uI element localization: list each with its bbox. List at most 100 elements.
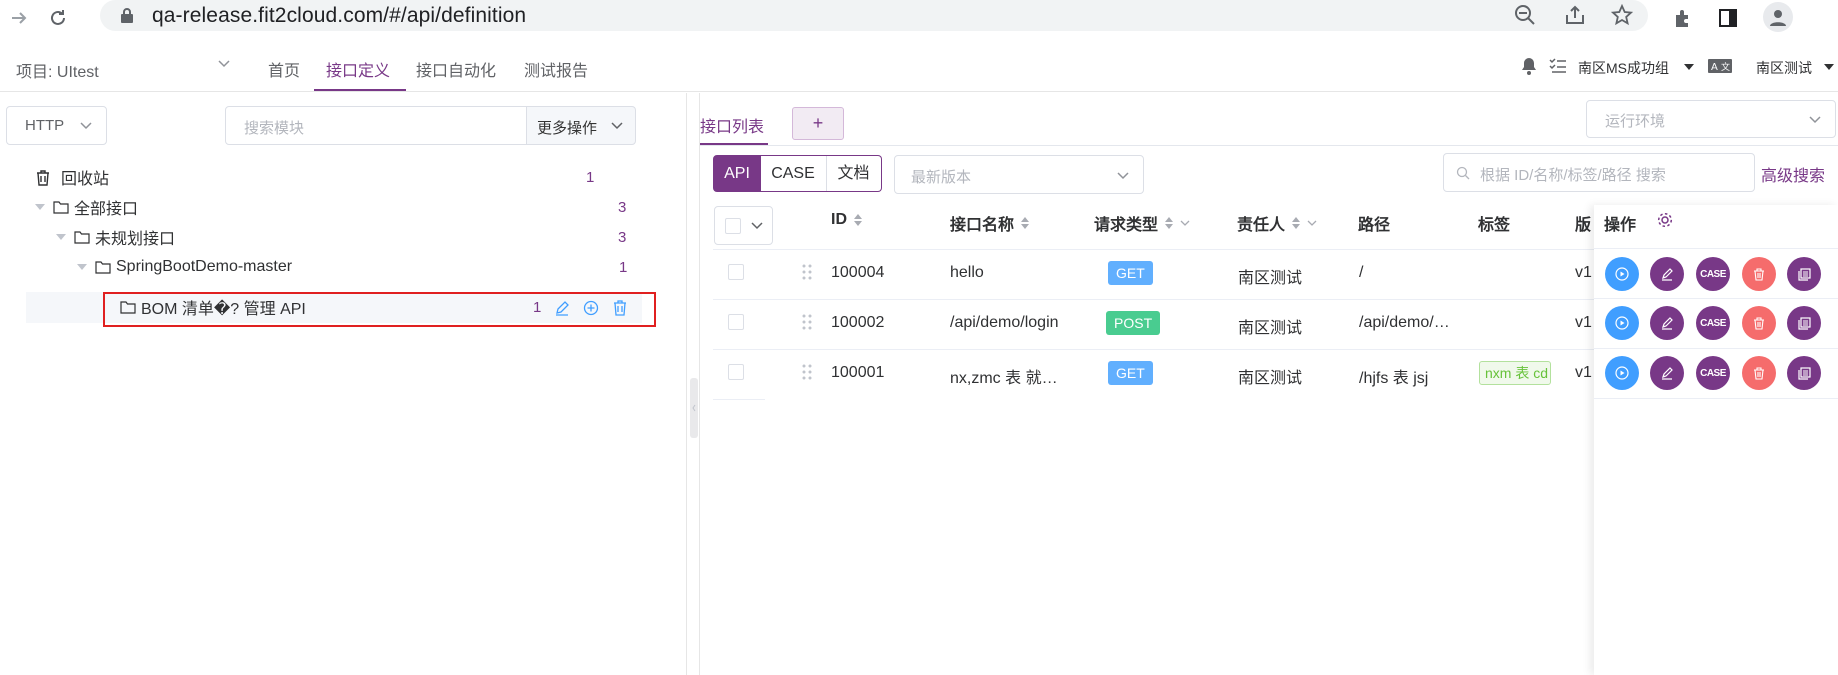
tree-node-all-apis[interactable]: 全部接口: [35, 193, 138, 221]
method-badge: GET: [1108, 261, 1153, 285]
module-search-input[interactable]: 搜索模块: [225, 106, 527, 145]
bell-icon[interactable]: [1521, 57, 1537, 75]
language-icon[interactable]: A文: [1708, 59, 1732, 73]
zoom-icon[interactable]: [1510, 0, 1540, 30]
address-bar[interactable]: qa-release.fit2cloud.com/#/api/definitio…: [100, 0, 1648, 31]
cell-id: 100001: [831, 364, 885, 381]
nav-test-report[interactable]: 测试报告: [524, 57, 588, 81]
edit-button[interactable]: [1650, 257, 1684, 291]
row-divider: [713, 399, 765, 400]
row-checkbox[interactable]: [728, 364, 744, 380]
sort-icon[interactable]: [1164, 216, 1174, 230]
drag-handle-icon[interactable]: [802, 264, 812, 280]
tree-node-label: 回收站: [61, 171, 110, 188]
column-version[interactable]: 版: [1575, 211, 1591, 235]
workspace-selector[interactable]: 南区MS成功组: [1578, 58, 1669, 78]
column-label: 责任人: [1237, 217, 1286, 234]
protocol-select[interactable]: HTTP: [6, 106, 107, 145]
cell-path: /: [1359, 264, 1364, 281]
case-button[interactable]: CASE: [1696, 257, 1730, 291]
cell-name[interactable]: nx,zmc 表 就…: [950, 364, 1058, 388]
delete-button[interactable]: [1742, 306, 1776, 340]
sort-icon[interactable]: [853, 213, 863, 227]
segment-doc[interactable]: 文档: [826, 155, 882, 192]
column-label: 版: [1575, 217, 1592, 234]
chevron-down-icon[interactable]: [218, 60, 230, 68]
caret-down-icon[interactable]: [77, 264, 87, 270]
settings-gear-icon[interactable]: [1657, 212, 1673, 228]
cell-name[interactable]: /api/demo/login: [950, 314, 1059, 332]
column-label: 请求类型: [1094, 217, 1159, 234]
row-checkbox[interactable]: [728, 314, 744, 330]
column-owner[interactable]: 责任人: [1237, 211, 1317, 235]
cell-name[interactable]: hello: [950, 264, 984, 282]
share-icon[interactable]: [1560, 0, 1590, 30]
column-label: 接口名称: [950, 217, 1015, 234]
drag-handle-icon[interactable]: [802, 364, 812, 380]
task-list-icon[interactable]: [1549, 57, 1567, 75]
filter-chevron-icon[interactable]: [1307, 220, 1317, 226]
filter-chevron-icon[interactable]: [1180, 220, 1190, 226]
profile-icon[interactable]: [1763, 2, 1793, 32]
column-path[interactable]: 路径: [1358, 211, 1390, 235]
tree-node-unplanned[interactable]: 未规划接口: [56, 223, 175, 251]
drag-handle-icon[interactable]: [802, 314, 812, 330]
tab-divider: [700, 145, 1838, 146]
case-button[interactable]: CASE: [1696, 306, 1730, 340]
chevron-down-icon: [1117, 172, 1129, 180]
edit-button[interactable]: [1650, 356, 1684, 390]
environment-placeholder: 运行环境: [1605, 113, 1666, 130]
segment-case[interactable]: CASE: [760, 155, 827, 192]
method-badge: GET: [1108, 361, 1153, 385]
caret-down-icon[interactable]: [1684, 64, 1694, 70]
column-tags[interactable]: 标签: [1478, 211, 1510, 235]
svg-text:文: 文: [1721, 61, 1730, 73]
delete-button[interactable]: [1742, 356, 1776, 390]
environment-select[interactable]: 运行环境: [1586, 100, 1836, 138]
tree-node-springbootdemo[interactable]: SpringBootDemo-master: [77, 253, 292, 281]
more-operations-button[interactable]: 更多操作: [526, 106, 636, 145]
select-all-checkbox[interactable]: [725, 218, 741, 234]
user-menu[interactable]: 南区测试: [1756, 58, 1812, 78]
api-search-input[interactable]: 根据 ID/名称/标签/路径 搜索: [1443, 153, 1755, 192]
tree-node-count: 1: [619, 259, 628, 276]
column-name[interactable]: 接口名称: [950, 211, 1030, 235]
folder-icon: [74, 230, 90, 244]
sort-icon[interactable]: [1291, 216, 1301, 230]
advanced-search-link[interactable]: 高级搜索: [1761, 162, 1825, 186]
select-all-dropdown[interactable]: [714, 206, 773, 245]
reload-icon[interactable]: [43, 3, 73, 33]
column-method[interactable]: 请求类型: [1094, 211, 1190, 235]
version-select[interactable]: 最新版本: [894, 155, 1144, 194]
run-button[interactable]: [1605, 356, 1639, 390]
delete-button[interactable]: [1742, 257, 1776, 291]
side-panel-icon[interactable]: [1713, 3, 1743, 33]
row-checkbox[interactable]: [728, 264, 744, 280]
segment-api[interactable]: API: [713, 155, 761, 192]
case-button[interactable]: CASE: [1696, 356, 1730, 390]
chevron-down-icon[interactable]: [751, 222, 763, 230]
extensions-icon[interactable]: [1668, 3, 1698, 33]
tab-api-list[interactable]: 接口列表: [700, 113, 764, 137]
project-selector[interactable]: 项目: UItest: [16, 58, 99, 82]
sort-icon[interactable]: [1020, 216, 1030, 230]
column-id[interactable]: ID: [831, 211, 863, 229]
run-button[interactable]: [1605, 257, 1639, 291]
collapse-handle[interactable]: [690, 378, 698, 438]
copy-button[interactable]: [1787, 356, 1821, 390]
caret-down-icon[interactable]: [35, 204, 45, 210]
edit-button[interactable]: [1650, 306, 1684, 340]
copy-button[interactable]: [1787, 257, 1821, 291]
run-button[interactable]: [1605, 306, 1639, 340]
nav-api-automation[interactable]: 接口自动化: [416, 57, 496, 81]
caret-down-icon[interactable]: [56, 234, 66, 240]
forward-icon[interactable]: [4, 3, 34, 33]
caret-down-icon[interactable]: [1824, 64, 1834, 70]
nav-home[interactable]: 首页: [268, 57, 300, 81]
tree-node-recycle-bin[interactable]: 回收站: [35, 163, 109, 191]
bookmark-star-icon[interactable]: [1607, 0, 1637, 30]
nav-api-definition[interactable]: 接口定义: [326, 57, 390, 81]
copy-button[interactable]: [1787, 306, 1821, 340]
tree-node-label: 未规划接口: [95, 231, 176, 248]
add-tab-button[interactable]: +: [792, 107, 844, 140]
